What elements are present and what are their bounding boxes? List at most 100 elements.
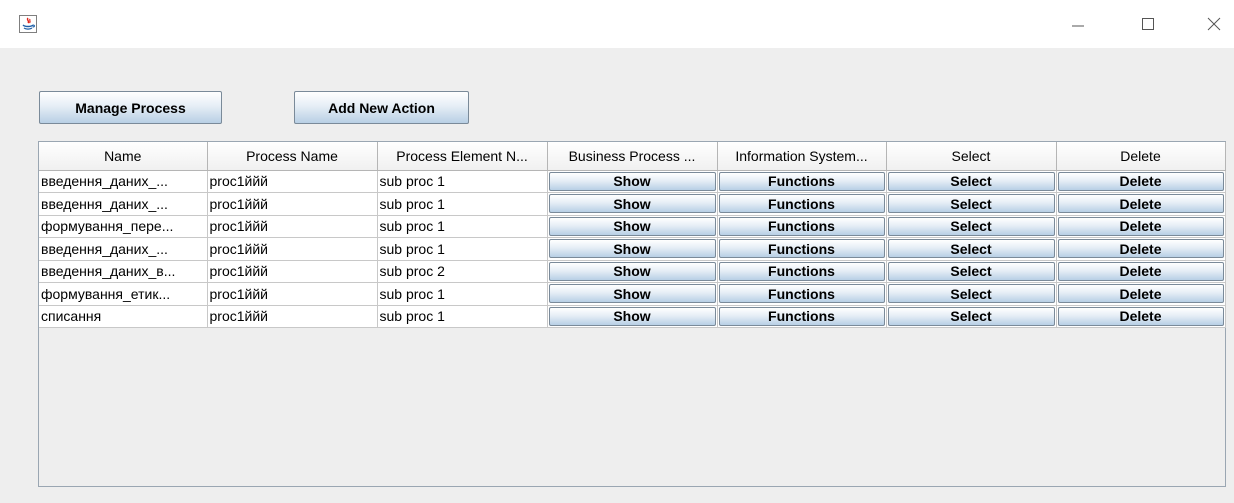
delete-button[interactable]: Delete	[1057, 284, 1224, 304]
functions-button[interactable]: Functions	[718, 284, 885, 304]
process-name-cell[interactable]: proc1ййй	[207, 215, 378, 238]
select-button[interactable]: Select	[887, 216, 1055, 236]
select-cell: Select	[886, 237, 1057, 261]
select-cell: Select	[886, 215, 1057, 238]
process-element-cell[interactable]: sub proc 1	[377, 215, 548, 238]
select-button[interactable]: Select	[887, 171, 1055, 191]
delete-cell: Delete	[1056, 282, 1226, 306]
delete-cell: Delete	[1056, 170, 1226, 193]
select-cell: Select	[886, 305, 1057, 328]
process-element-cell[interactable]: sub proc 1	[377, 237, 548, 261]
show-button[interactable]: Show	[548, 194, 716, 214]
select-button[interactable]: Select	[887, 284, 1055, 304]
select-cell: Select	[886, 260, 1057, 283]
delete-button[interactable]: Delete	[1057, 216, 1224, 236]
maximize-button[interactable]	[1128, 8, 1168, 42]
delete-button[interactable]: Delete	[1057, 261, 1224, 281]
functions-button[interactable]: Functions	[718, 216, 885, 236]
process-name-cell[interactable]: proc1ййй	[207, 192, 378, 216]
column-header-select[interactable]: Select	[886, 142, 1057, 171]
show-button[interactable]: Show	[548, 216, 716, 236]
process-name-cell[interactable]: proc1ййй	[207, 305, 378, 328]
show-cell: Show	[547, 305, 718, 328]
column-header-delete[interactable]: Delete	[1056, 142, 1226, 171]
java-icon	[19, 15, 37, 33]
functions-cell: Functions	[717, 282, 887, 306]
table-row[interactable]: формування_пере... proc1ййй sub proc 1 Show…	[39, 215, 1226, 238]
name-cell[interactable]: введення_даних_...	[39, 237, 208, 261]
functions-cell: Functions	[717, 237, 887, 261]
delete-button[interactable]: Delete	[1057, 194, 1224, 214]
select-button[interactable]: Select	[887, 261, 1055, 281]
name-cell[interactable]: формування_етик...	[39, 282, 208, 306]
process-name-cell[interactable]: proc1ййй	[207, 237, 378, 261]
show-cell: Show	[547, 192, 718, 216]
delete-button[interactable]: Delete	[1057, 171, 1224, 191]
table-row[interactable]: формування_етик... proc1ййй sub proc 1 Show…	[39, 282, 1226, 306]
select-button[interactable]: Select	[887, 239, 1055, 259]
minimize-icon	[1072, 17, 1084, 33]
name-cell[interactable]: формування_пере...	[39, 215, 208, 238]
select-cell: Select	[886, 192, 1057, 216]
minimize-button[interactable]	[1058, 8, 1098, 42]
column-header-business-process[interactable]: Business Process ...	[547, 142, 718, 171]
process-element-cell[interactable]: sub proc 1	[377, 305, 548, 328]
show-cell: Show	[547, 260, 718, 283]
select-button[interactable]: Select	[887, 194, 1055, 214]
process-name-cell[interactable]: proc1ййй	[207, 260, 378, 283]
name-cell[interactable]: введення_даних_...	[39, 170, 208, 193]
column-header-information-system[interactable]: Information System...	[717, 142, 887, 171]
functions-button[interactable]: Functions	[718, 194, 885, 214]
delete-cell: Delete	[1056, 305, 1226, 328]
process-table: Name Process Name Process Element N... B…	[39, 142, 1226, 328]
functions-button[interactable]: Functions	[718, 261, 885, 281]
name-cell[interactable]: списання	[39, 305, 208, 328]
close-icon	[1207, 17, 1221, 34]
table-header-row: Name Process Name Process Element N... B…	[39, 142, 1226, 171]
delete-cell: Delete	[1056, 215, 1226, 238]
process-name-cell[interactable]: proc1ййй	[207, 170, 378, 193]
add-new-action-button[interactable]: Add New Action	[294, 91, 469, 124]
table-row[interactable]: списання proc1ййй sub proc 1 Show Functions S…	[39, 305, 1226, 328]
show-cell: Show	[547, 237, 718, 261]
process-element-cell[interactable]: sub proc 1	[377, 282, 548, 306]
show-button[interactable]: Show	[548, 239, 716, 259]
process-table-scroll-pane[interactable]: Name Process Name Process Element N... B…	[38, 141, 1226, 487]
show-cell: Show	[547, 282, 718, 306]
show-button[interactable]: Show	[548, 261, 716, 281]
select-cell: Select	[886, 282, 1057, 306]
table-row[interactable]: введення_даних_... proc1ййй sub proc 1 Show…	[39, 237, 1226, 261]
functions-cell: Functions	[717, 170, 887, 193]
delete-cell: Delete	[1056, 260, 1226, 283]
functions-cell: Functions	[717, 305, 887, 328]
delete-button[interactable]: Delete	[1057, 239, 1224, 259]
process-name-cell[interactable]: proc1ййй	[207, 282, 378, 306]
delete-cell: Delete	[1056, 237, 1226, 261]
name-cell[interactable]: введення_даних_...	[39, 192, 208, 216]
manage-process-button[interactable]: Manage Process	[39, 91, 222, 124]
table-row[interactable]: введення_даних_в... proc1ййй sub proc 2 Sho…	[39, 260, 1226, 283]
show-button[interactable]: Show	[548, 306, 716, 326]
close-button[interactable]	[1194, 8, 1234, 42]
select-button[interactable]: Select	[887, 306, 1055, 326]
column-header-process-element[interactable]: Process Element N...	[377, 142, 548, 171]
show-button[interactable]: Show	[548, 171, 716, 191]
process-element-cell[interactable]: sub proc 1	[377, 192, 548, 216]
process-element-cell[interactable]: sub proc 1	[377, 170, 548, 193]
maximize-icon	[1142, 17, 1154, 33]
column-header-process-name[interactable]: Process Name	[207, 142, 378, 171]
name-cell[interactable]: введення_даних_в...	[39, 260, 208, 283]
functions-button[interactable]: Functions	[718, 171, 885, 191]
table-row[interactable]: введення_даних_... proc1ййй sub proc 1 Show…	[39, 192, 1226, 216]
functions-cell: Functions	[717, 215, 887, 238]
table-row[interactable]: введення_даних_... proc1ййй sub proc 1 Show…	[39, 170, 1226, 193]
show-button[interactable]: Show	[548, 284, 716, 304]
delete-cell: Delete	[1056, 192, 1226, 216]
show-cell: Show	[547, 215, 718, 238]
functions-button[interactable]: Functions	[718, 306, 885, 326]
column-header-name[interactable]: Name	[39, 142, 208, 171]
select-cell: Select	[886, 170, 1057, 193]
delete-button[interactable]: Delete	[1057, 306, 1224, 326]
functions-button[interactable]: Functions	[718, 239, 885, 259]
process-element-cell[interactable]: sub proc 2	[377, 260, 548, 283]
